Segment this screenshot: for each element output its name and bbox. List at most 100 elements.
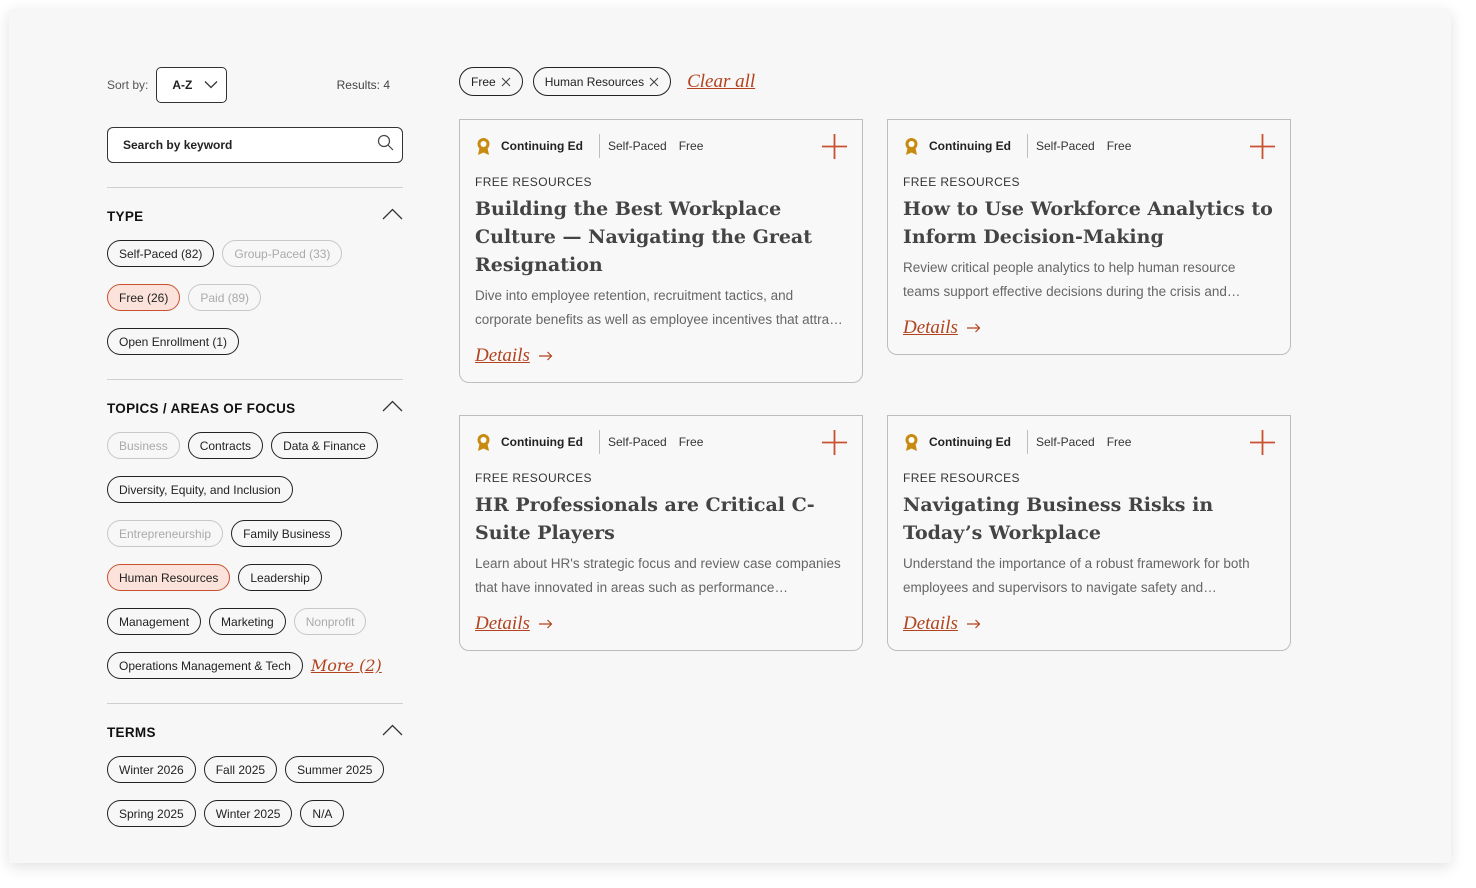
filter-chip[interactable]: Management (107, 608, 202, 635)
card-badge-label: Continuing Ed (929, 139, 1011, 153)
active-filters: Free Human Resources Clear all (459, 67, 755, 96)
details-link[interactable]: Details (475, 613, 847, 635)
filter-chip[interactable]: Data & Finance (271, 432, 378, 459)
chip-row: Business Contracts Data & Finance (107, 432, 403, 459)
chevron-up-icon (382, 207, 403, 225)
award-badge-icon (903, 433, 920, 452)
search-input[interactable] (123, 138, 377, 152)
card-pace: Self-Paced (607, 435, 667, 449)
chip-row: Spring 2025 Winter 2025 N/A (107, 800, 403, 827)
filter-label: Free (471, 74, 496, 89)
sort-select[interactable]: A-Z (156, 67, 228, 103)
sort-value: A-Z (172, 78, 193, 92)
filter-chip: Nonprofit (293, 608, 367, 635)
card-eyebrow: FREE RESOURCES (903, 175, 1020, 189)
details-link[interactable]: Details (903, 613, 1275, 635)
card-price: Free (1106, 435, 1132, 449)
results-count: Results: 4 (336, 78, 390, 92)
page-frame: Sort by: A-Z Results: 4 TYPE Self-Paced … (9, 9, 1451, 863)
course-card[interactable]: Continuing Ed Self-Paced Free FREE RESOU… (887, 119, 1291, 355)
filter-chip[interactable]: Family Business (231, 520, 343, 547)
divider (107, 379, 403, 380)
filter-chip[interactable]: Open Enrollment (1) (107, 328, 240, 355)
card-title[interactable]: Navigating Business Risks in Today’s Wor… (903, 491, 1275, 547)
meta-separator (598, 134, 600, 158)
course-card[interactable]: Continuing Ed Self-Paced Free FREE RESOU… (887, 415, 1291, 651)
arrow-right-icon (966, 323, 981, 333)
filter-chip[interactable]: Fall 2025 (203, 756, 278, 783)
details-label: Details (903, 317, 958, 338)
filter-chip[interactable]: Contracts (187, 432, 264, 459)
filter-chip[interactable]: Spring 2025 (107, 800, 196, 827)
award-badge-icon (475, 433, 492, 452)
chip-row: Free (26) Paid (89) (107, 284, 403, 311)
card-description: Understand the importance of a robust fr… (903, 556, 1250, 595)
filter-chip[interactable]: Operations Management & Tech (107, 652, 303, 679)
arrow-right-icon (538, 351, 553, 361)
arrow-right-icon (966, 619, 981, 629)
more-topics-link[interactable]: More (2) (311, 656, 382, 675)
chip-row: Entrepreneurship Family Business (107, 520, 403, 547)
section-terms-header[interactable]: TERMS (107, 723, 403, 741)
card-price: Free (678, 435, 704, 449)
course-card[interactable]: Continuing Ed Self-Paced Free FREE RESOU… (459, 415, 863, 651)
card-price: Free (678, 139, 704, 153)
results-main: Free Human Resources Clear all (459, 67, 755, 96)
section-title: TYPE (107, 208, 144, 224)
close-icon[interactable] (649, 77, 659, 87)
card-description: Dive into employee retention, recruitmen… (475, 288, 840, 327)
card-eyebrow: FREE RESOURCES (475, 471, 592, 485)
card-title[interactable]: HR Professionals are Critical C-Suite Pl… (475, 491, 847, 547)
details-link[interactable]: Details (903, 317, 1275, 339)
add-plus-icon[interactable] (1250, 134, 1275, 159)
filter-chip[interactable]: Winter 2025 (203, 800, 293, 827)
card-description: Review critical people analytics to help… (903, 260, 1236, 299)
filter-chip: Entrepreneurship (107, 520, 224, 547)
section-title: TERMS (107, 724, 156, 740)
details-label: Details (903, 613, 958, 634)
filter-chip[interactable]: Free (26) (107, 284, 181, 311)
filter-chip[interactable]: Winter 2026 (107, 756, 196, 783)
chevron-up-icon (382, 723, 403, 741)
filter-chip[interactable]: N/A (300, 800, 345, 827)
add-plus-icon[interactable] (822, 134, 847, 159)
filter-chip: Group-Paced (33) (222, 240, 343, 267)
card-description: Learn about HR's strategic focus and rev… (475, 556, 841, 595)
chip-row: Diversity, Equity, and Inclusion (107, 476, 403, 503)
chip-row: Self-Paced (82) Group-Paced (33) (107, 240, 403, 267)
sort-label: Sort by: (107, 78, 149, 92)
meta-separator (1026, 134, 1028, 158)
card-title[interactable]: How to Use Workforce Analytics to Inform… (903, 195, 1275, 251)
award-badge-icon (903, 137, 920, 156)
clear-all-link[interactable]: Clear all (687, 71, 755, 93)
sort-row: Sort by: A-Z Results: 4 (107, 67, 403, 103)
close-icon[interactable] (501, 77, 511, 87)
details-label: Details (475, 345, 530, 366)
filter-chip[interactable]: Leadership (238, 564, 322, 591)
details-link[interactable]: Details (475, 345, 847, 367)
search-icon[interactable] (377, 134, 394, 156)
topic-chips: Business Contracts Data & Finance Diversity… (107, 432, 403, 679)
chip-row: Winter 2026 Fall 2025 Summer 2025 (107, 756, 403, 783)
add-plus-icon[interactable] (822, 430, 847, 455)
filter-label: Human Resources (544, 74, 645, 89)
arrow-right-icon (538, 619, 553, 629)
filter-chip[interactable]: Summer 2025 (285, 756, 385, 783)
chevron-down-icon (204, 78, 218, 92)
card-eyebrow: FREE RESOURCES (903, 471, 1020, 485)
active-filter-chip[interactable]: Free (459, 67, 523, 96)
section-type-header[interactable]: TYPE (107, 207, 403, 225)
card-meta-row: Continuing Ed Self-Paced Free (903, 120, 1275, 172)
section-topics-header[interactable]: TOPICS / AREAS OF FOCUS (107, 399, 403, 417)
filter-chip[interactable]: Human Resources (107, 564, 231, 591)
filter-chip[interactable]: Diversity, Equity, and Inclusion (107, 476, 293, 503)
course-card[interactable]: Continuing Ed Self-Paced Free FREE RESOU… (459, 119, 863, 383)
details-label: Details (475, 613, 530, 634)
add-plus-icon[interactable] (1250, 430, 1275, 455)
active-filter-chip[interactable]: Human Resources (532, 67, 672, 96)
filter-chip[interactable]: Marketing (209, 608, 286, 635)
chip-row: Operations Management & Tech More (2) (107, 652, 403, 679)
filter-chip[interactable]: Self-Paced (82) (107, 240, 215, 267)
card-pace: Self-Paced (607, 139, 667, 153)
card-title[interactable]: Building the Best Workplace Culture — Na… (475, 195, 847, 279)
